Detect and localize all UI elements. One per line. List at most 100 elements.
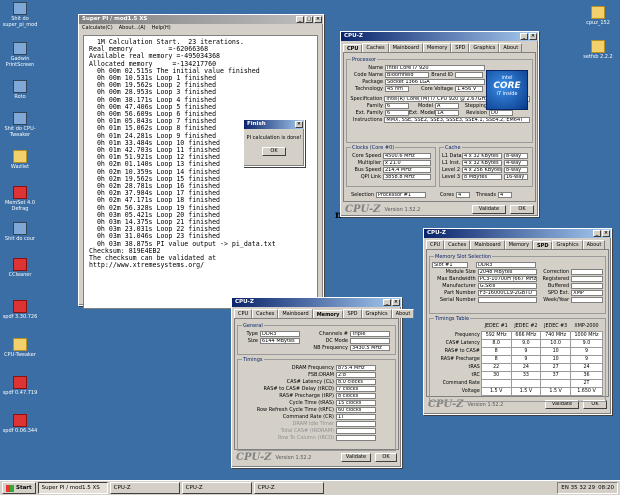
tab-caches[interactable]: Caches (444, 240, 471, 249)
taskbar-item[interactable]: Super PI / mod1.5 XS (37, 482, 108, 494)
start-button[interactable]: Start (2, 482, 36, 494)
tab-mainboard[interactable]: Mainboard (388, 43, 423, 52)
desktop-icon[interactable]: spdf 3.30.726 (2, 300, 38, 320)
type-value: DDR3 (260, 330, 300, 337)
minimize-icon[interactable]: _ (296, 16, 304, 23)
row-label: RAS# Precharge (440, 356, 480, 362)
desktop-icon[interactable]: Shit do CPU-Tweaker (2, 112, 38, 138)
table-row: RAS# to CAS# 8 9 10 9 (432, 346, 603, 356)
desktop-icon[interactable]: Shit do cour (2, 222, 38, 242)
validate-button[interactable]: Validate (472, 205, 506, 214)
close-icon[interactable]: × (295, 121, 303, 128)
row-label: Voltage (461, 388, 480, 394)
cpuz-logo: CPU-Z (236, 452, 272, 463)
desktop-icon[interactable]: MemSet 4.0 Defrag (2, 186, 38, 212)
desktop-icon[interactable]: Shit do super_pi_mod (2, 2, 38, 28)
minimize-icon[interactable]: _ (383, 299, 391, 306)
taskbar-item[interactable]: CPU-Z (109, 482, 180, 494)
ok-button[interactable]: OK (262, 147, 286, 156)
app-icon (13, 112, 27, 125)
tab-caches[interactable]: Caches (362, 43, 389, 52)
taskbar-item[interactable]: CPU-Z (253, 482, 324, 494)
menu-calculate[interactable]: Calculate(C) (82, 24, 113, 32)
tab-spd[interactable]: SPD (343, 309, 362, 318)
menu-help[interactable]: Help(H) (152, 24, 171, 32)
cpuz-footer: CPU-Z Version 1.52.2 Validate OK (232, 450, 401, 465)
close-icon[interactable]: × (314, 16, 322, 23)
folder-icon (591, 6, 605, 19)
serial-label: Serial Number (439, 296, 476, 303)
tab-memory[interactable]: Memory (504, 240, 534, 249)
tab-graphics[interactable]: Graphics (552, 240, 583, 249)
cpuz-titlebar[interactable]: CPU-Z _ × (232, 298, 401, 307)
taskbar-item[interactable]: CPU-Z (181, 482, 252, 494)
slot-select[interactable]: Slot #1 (432, 261, 468, 268)
ok-button[interactable]: OK (375, 453, 397, 462)
tab-cpu[interactable]: CPU (426, 240, 445, 249)
group-title: Memory Slot Selection (434, 254, 493, 260)
size-value: 6144 MBytes (260, 337, 300, 344)
tab-graphics[interactable]: Graphics (469, 43, 500, 52)
desktop-icon[interactable]: Wazliet (2, 150, 38, 170)
dialog-titlebar[interactable]: Finish × (244, 120, 304, 129)
minimize-icon[interactable]: _ (520, 33, 528, 40)
tab-mainboard[interactable]: Mainboard (470, 240, 505, 249)
superpi-titlebar[interactable]: Super PI / mod1.5 XS _ □ × (79, 15, 323, 24)
close-icon[interactable]: × (602, 230, 610, 237)
tab-about[interactable]: About (391, 309, 415, 318)
desktop-icon[interactable]: spdf 0.06.344 (2, 414, 38, 434)
tab-cpu[interactable]: CPU (234, 309, 253, 318)
tab-mainboard[interactable]: Mainboard (278, 309, 313, 318)
validate-button[interactable]: Validate (341, 453, 371, 462)
l2-label: Level 2 (442, 166, 460, 173)
row-label: tRAS (468, 364, 480, 370)
desktop-icon[interactable]: CCleaner (2, 258, 38, 278)
close-icon[interactable]: × (392, 299, 400, 306)
cpuz-titlebar[interactable]: CPU-Z _ × (424, 229, 611, 238)
desktop-icon[interactable]: CPU-Tweaker (2, 338, 38, 358)
l1i-label: L1 Inst. (442, 159, 461, 166)
module-size-value: 2048 MBytes (477, 268, 538, 275)
desktop-icon[interactable]: setfsb 2.2.2 (580, 40, 616, 60)
table-row: RAS# Precharge 8 9 10 9 (432, 354, 603, 364)
cores-value: 4 (456, 191, 470, 198)
menu-about[interactable]: About...(A) (119, 24, 146, 32)
table-cell: 36 (570, 370, 603, 380)
group-title: Timings (242, 357, 264, 363)
l1i-size: 4 x 32 KBytes (462, 159, 502, 166)
selection-label: Selection (350, 191, 374, 198)
table-cell: 8 (480, 346, 512, 356)
desktop-icon[interactable]: Roto (2, 80, 38, 100)
table-cell: 1.650 V (570, 386, 603, 396)
desktop-icon[interactable]: spdf 0.47.719 (2, 376, 38, 396)
folder-icon (13, 338, 27, 351)
desktop-icon[interactable]: cpuz_152 (580, 6, 616, 26)
tray-icons[interactable]: EN 35 32 29 (561, 483, 595, 493)
tab-memory[interactable]: Memory (422, 43, 452, 52)
l2-way: 8-way (504, 166, 528, 173)
tab-about[interactable]: About (582, 240, 606, 249)
close-icon[interactable]: × (529, 33, 537, 40)
tab-about[interactable]: About (499, 43, 523, 52)
table-cell: 9 (510, 354, 542, 364)
clock: 08:20 (598, 485, 614, 491)
folder-icon (13, 150, 27, 163)
maximize-icon[interactable]: □ (305, 16, 313, 23)
type-label: Type (246, 330, 258, 337)
registered-label: Registered (542, 275, 570, 282)
timings-group: Timings DRAM Frequency 875.4 MHz FSB:DRAM 2… (237, 357, 396, 451)
manufacturer-value: G.Skill (477, 282, 538, 289)
ok-button[interactable]: OK (510, 205, 534, 214)
minimize-icon[interactable]: _ (593, 230, 601, 237)
tab-spd[interactable]: SPD (451, 43, 470, 52)
cpuz-titlebar[interactable]: CPU-Z _ × (341, 32, 538, 41)
desktop-icon-label: spdf 3.30.726 (2, 314, 38, 320)
revision-value: D0 (489, 109, 513, 116)
processor-select[interactable]: Processor #1 (376, 191, 426, 198)
app-icon (13, 414, 27, 427)
group-title: Cache (444, 145, 462, 151)
tab-caches[interactable]: Caches (252, 309, 279, 318)
desktop-icon[interactable]: Gadwin PrintScreen (2, 42, 38, 68)
start-label: Start (16, 485, 32, 491)
tab-graphics[interactable]: Graphics (361, 309, 392, 318)
